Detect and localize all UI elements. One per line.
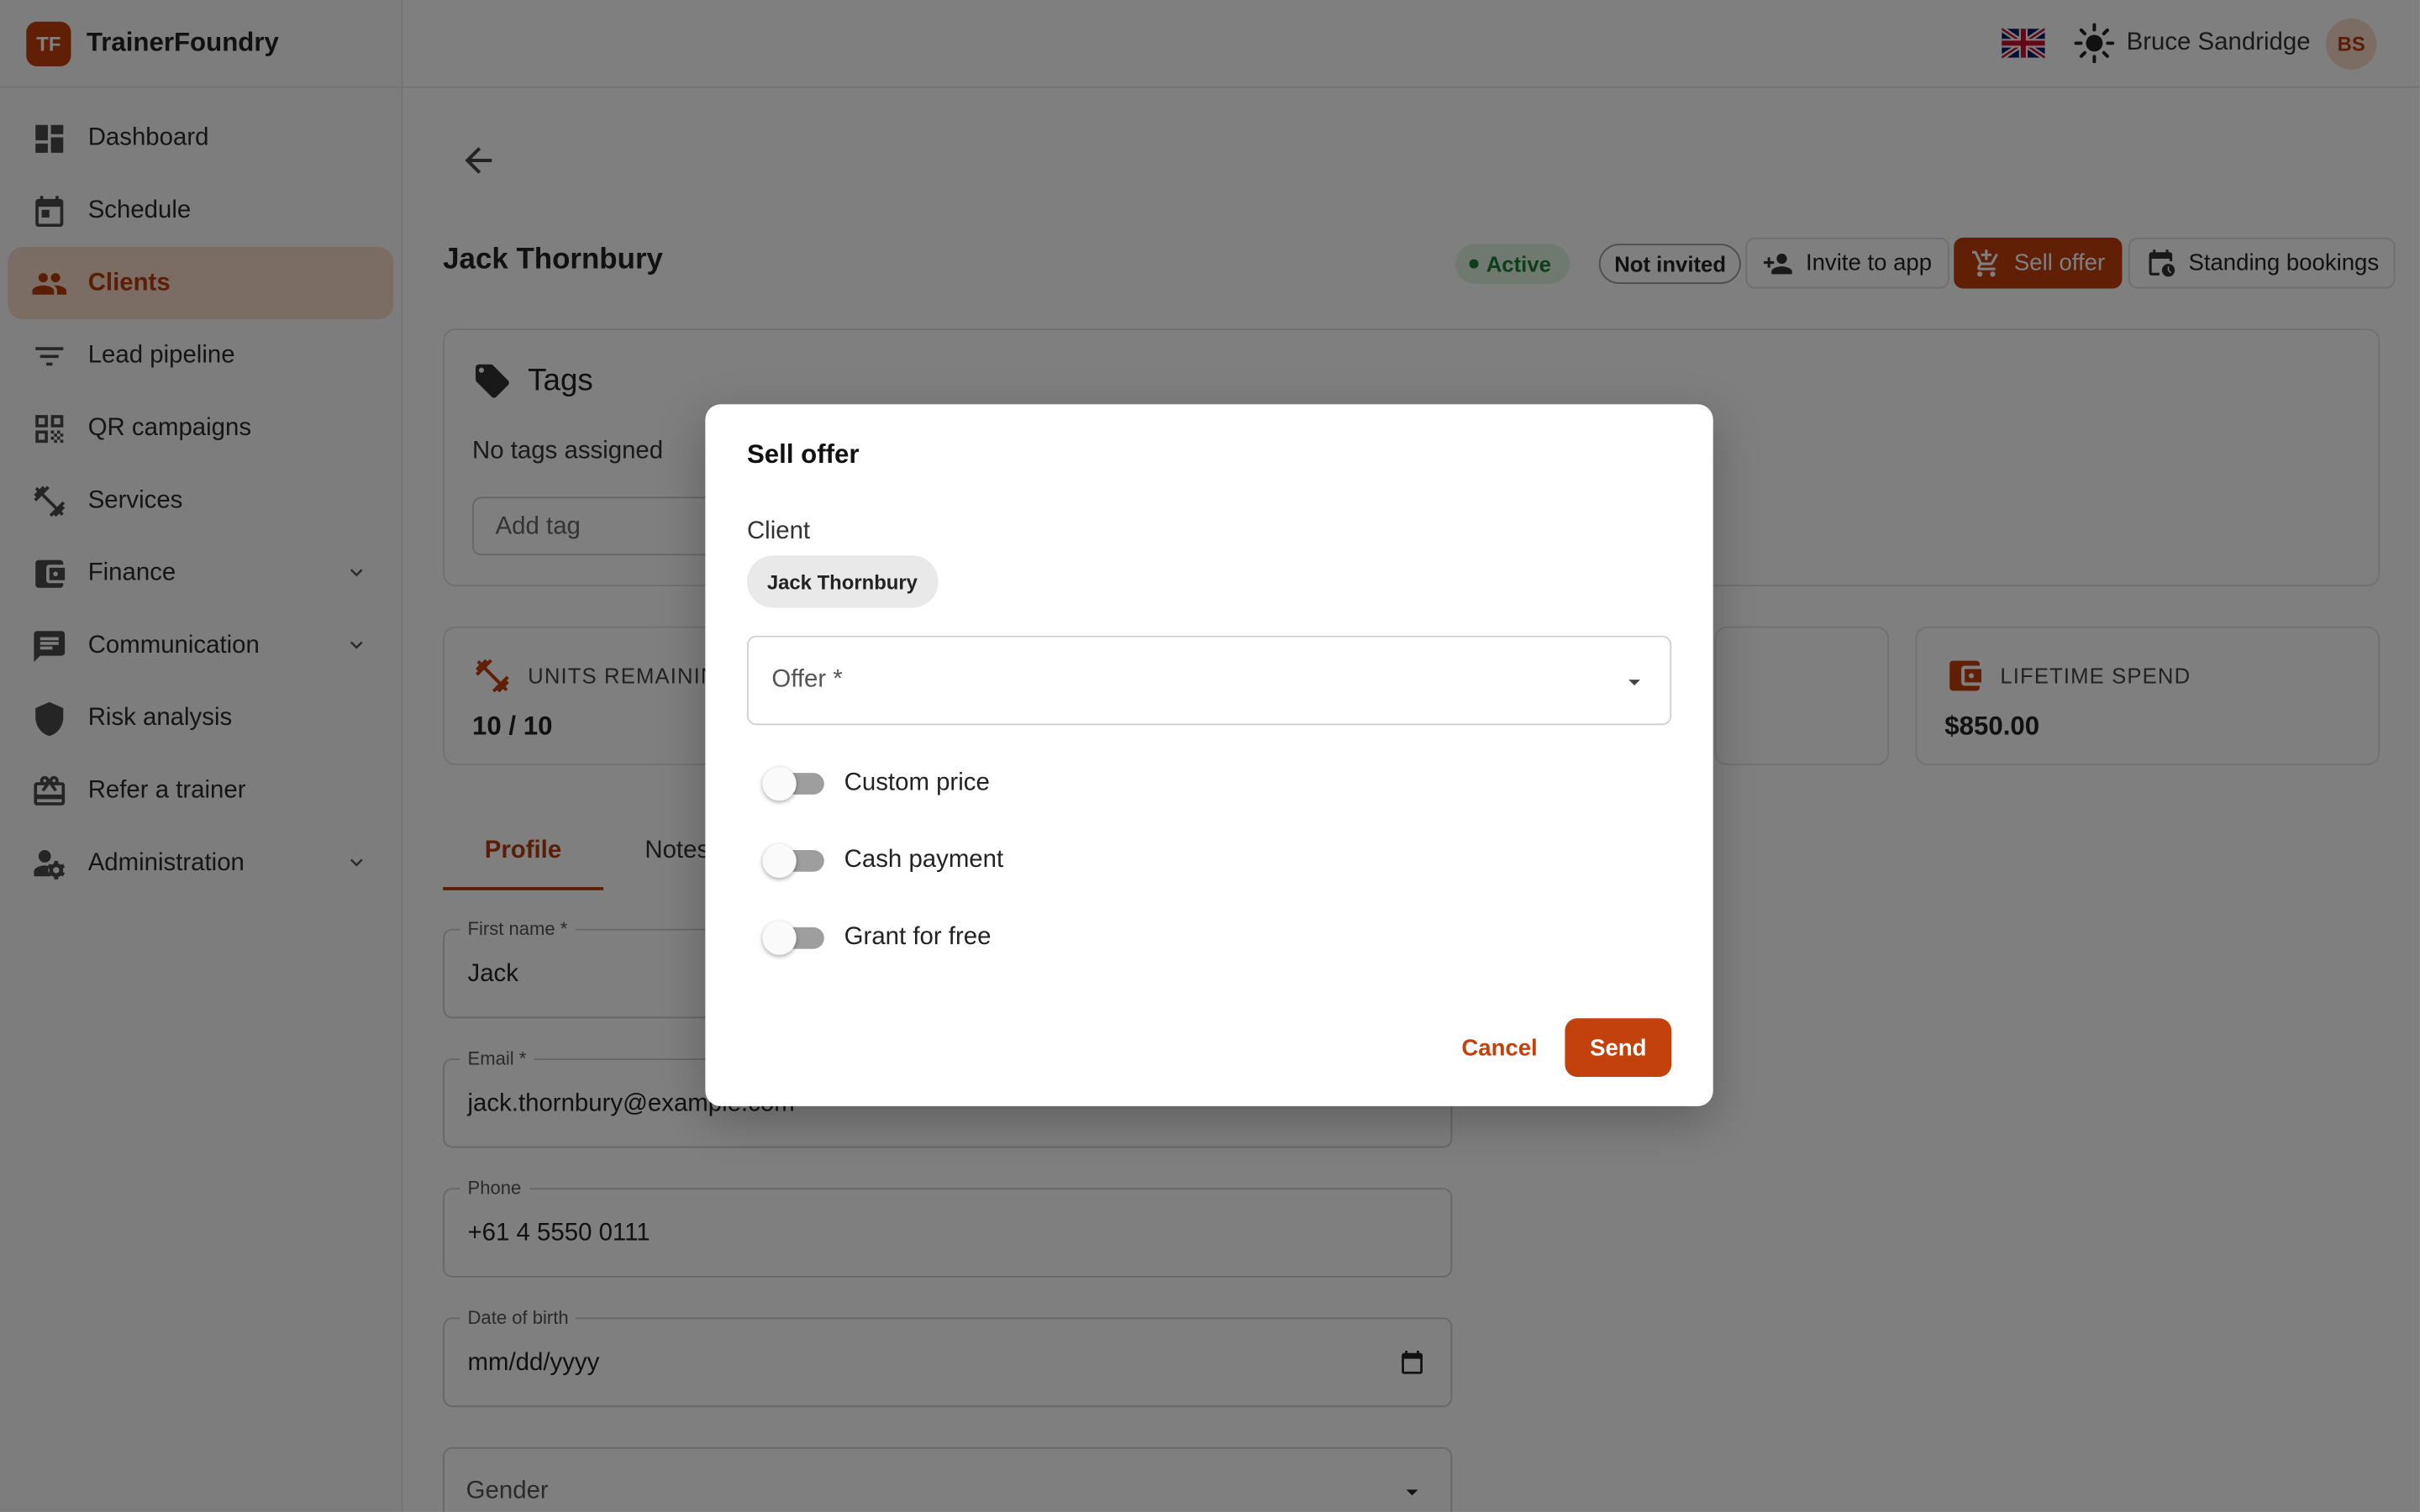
cash-payment-toggle-row[interactable]: Cash payment xyxy=(762,843,1003,879)
sell-offer-dialog: Sell offer Client Jack Thornbury Offer *… xyxy=(705,404,1713,1106)
offer-select[interactable]: Offer * xyxy=(746,635,1672,726)
cash-payment-label: Cash payment xyxy=(844,847,1004,874)
offer-select-label: Offer * xyxy=(771,666,843,693)
cash-payment-toggle[interactable] xyxy=(762,843,824,879)
custom-price-toggle[interactable] xyxy=(762,765,824,802)
dialog-title: Sell offer xyxy=(746,439,860,470)
send-button[interactable]: Send xyxy=(1565,1018,1672,1078)
client-chip: Jack Thornbury xyxy=(746,555,938,608)
grant-for-free-label: Grant for free xyxy=(844,924,992,951)
custom-price-label: Custom price xyxy=(844,769,990,796)
custom-price-toggle-row[interactable]: Custom price xyxy=(762,765,990,802)
chevron-down-icon xyxy=(1621,668,1649,696)
grant-for-free-toggle-row[interactable]: Grant for free xyxy=(762,920,991,957)
client-label: Client xyxy=(746,518,811,545)
cancel-button[interactable]: Cancel xyxy=(1449,1018,1550,1077)
grant-for-free-toggle[interactable] xyxy=(762,920,824,957)
